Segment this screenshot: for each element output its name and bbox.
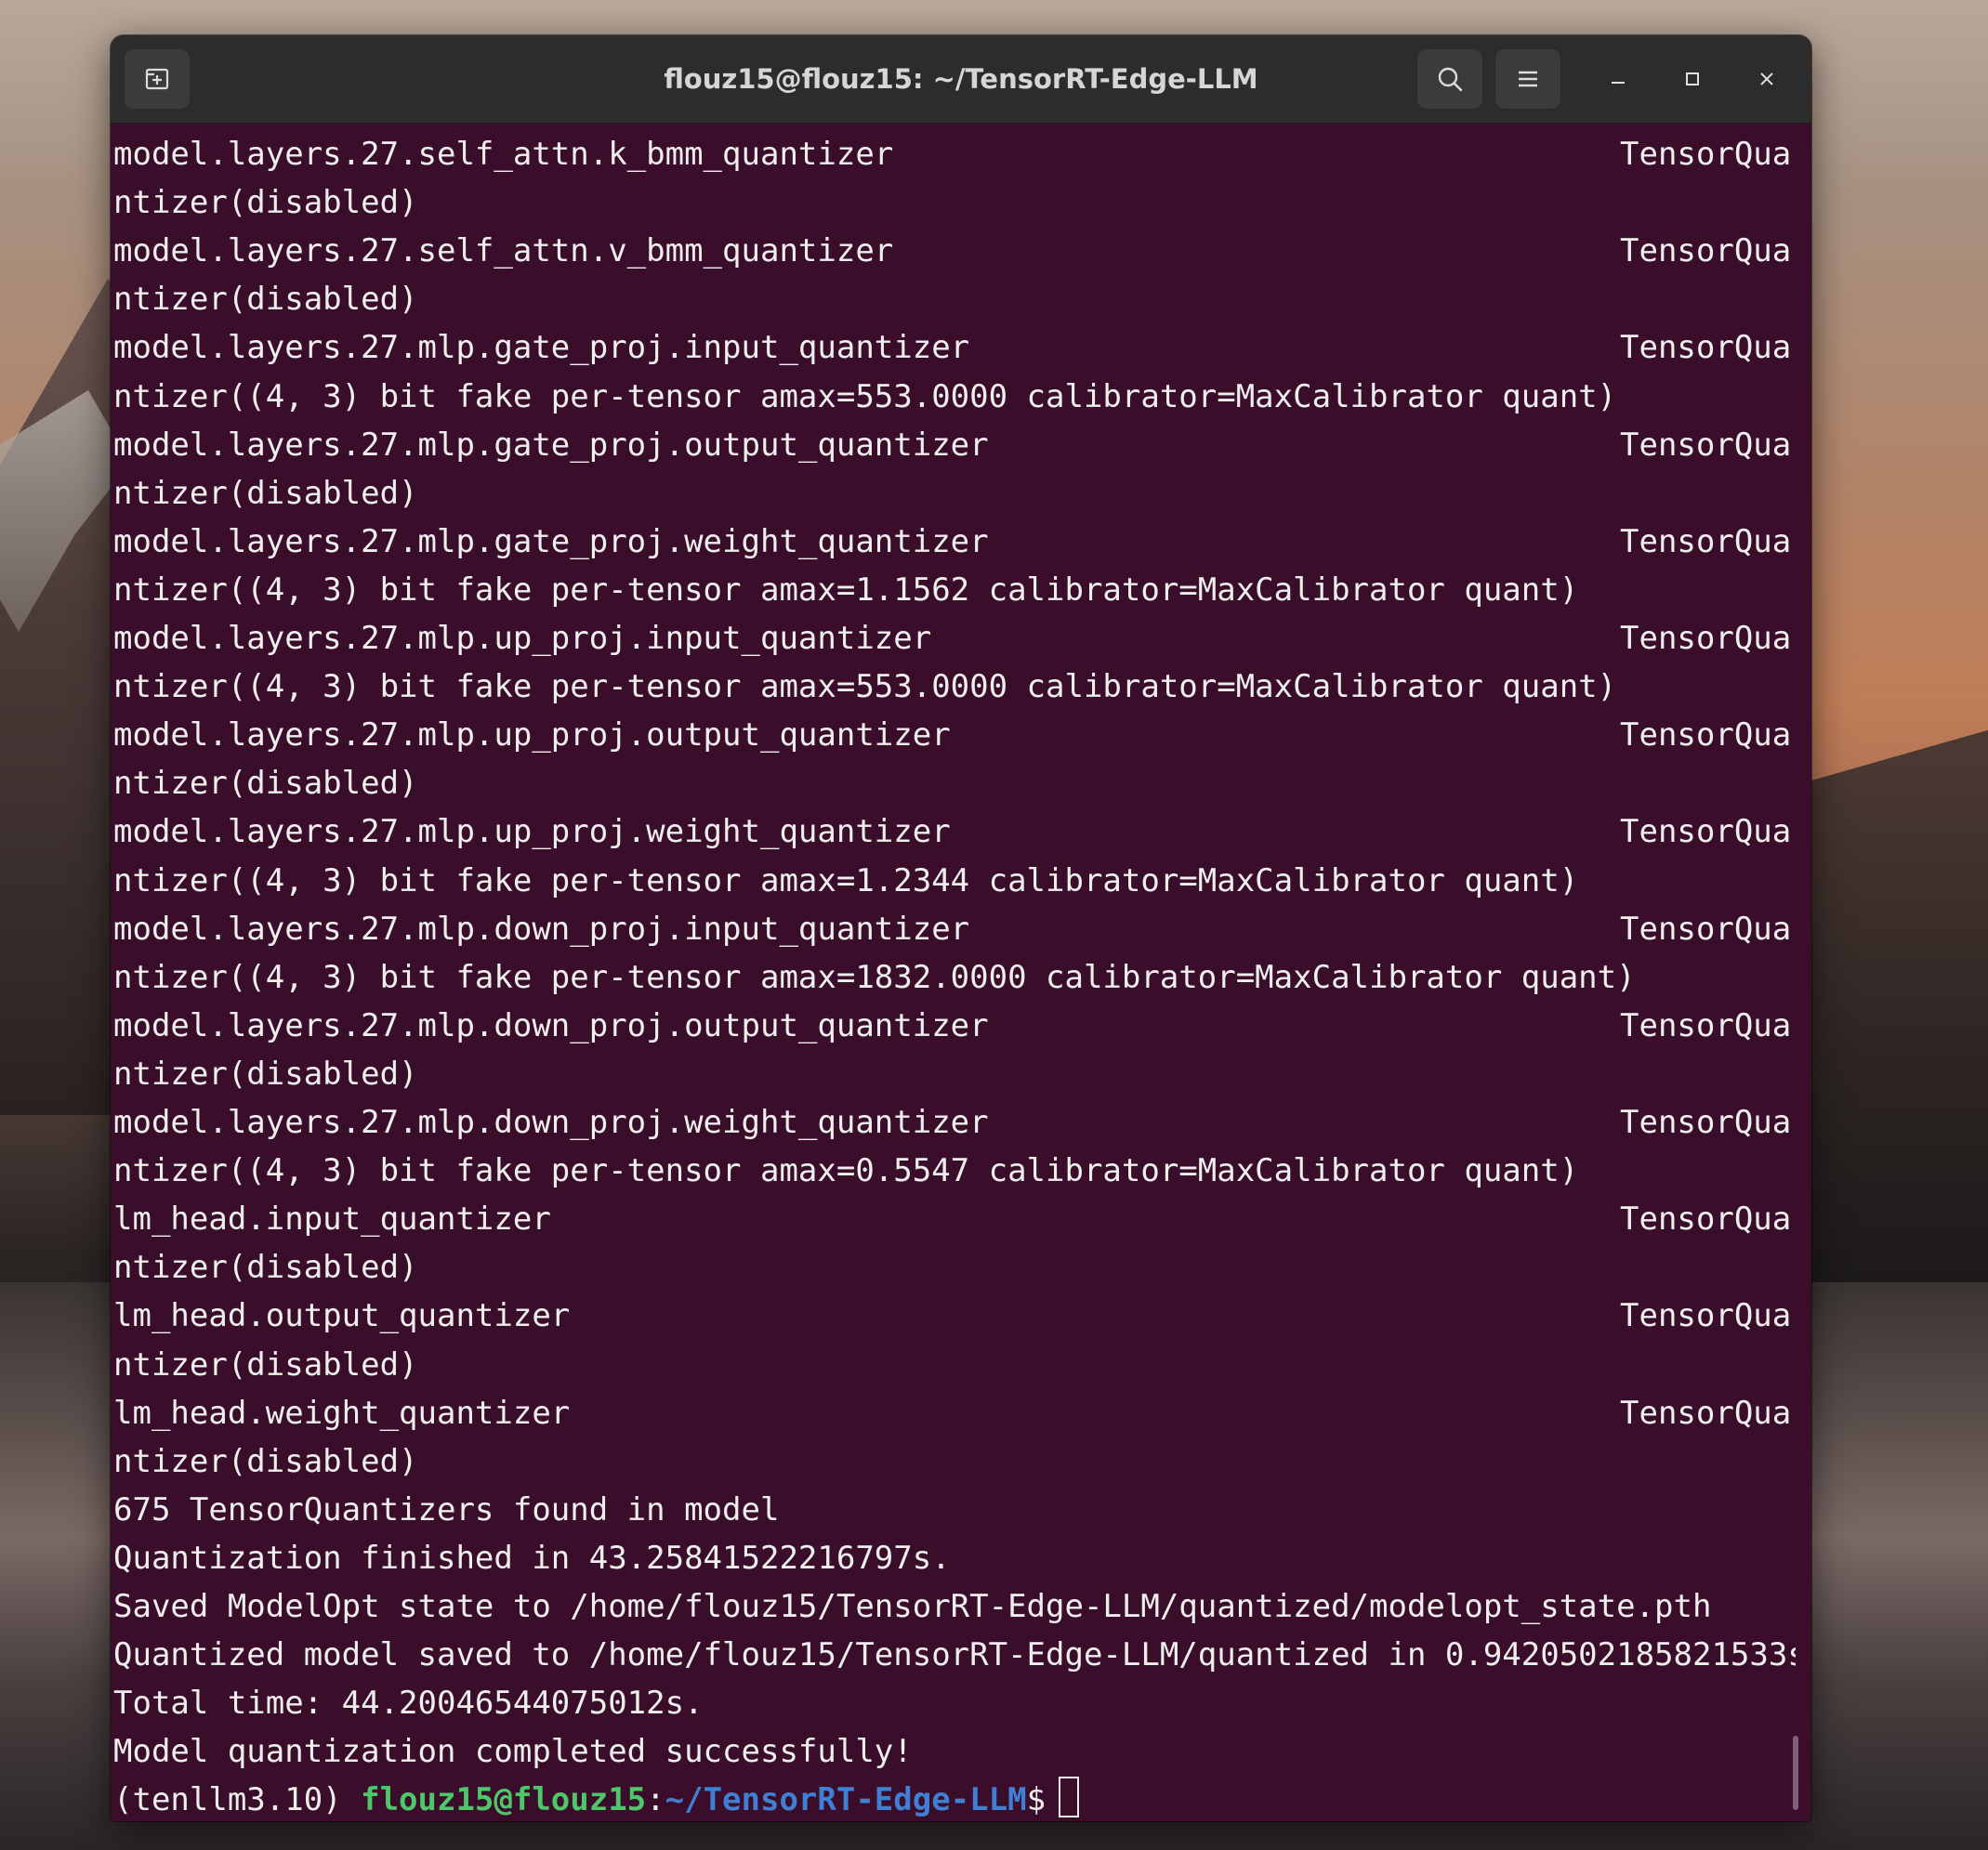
terminal-line-right: TensorQua bbox=[1620, 136, 1792, 173]
terminal-window: flouz15@flouz15: ~/TensorRT-Edge-LLM mod… bbox=[111, 35, 1811, 1821]
terminal-line: model.layers.27.mlp.down_proj.output_qua… bbox=[113, 1007, 989, 1044]
terminal-line: ntizer(disabled) bbox=[113, 765, 418, 802]
terminal-output[interactable]: model.layers.27.self_attn.k_bmm_quantize… bbox=[113, 123, 1796, 1821]
terminal-line-right: TensorQua bbox=[1620, 523, 1792, 560]
minimize-button[interactable] bbox=[1595, 56, 1641, 102]
terminal-line: model.layers.27.mlp.up_proj.input_quanti… bbox=[113, 620, 932, 657]
menu-button[interactable] bbox=[1495, 49, 1560, 109]
terminal-line: ntizer((4, 3) bit fake per-tensor amax=1… bbox=[113, 571, 1579, 609]
terminal-line: Quantization finished in 43.258415222167… bbox=[113, 1540, 951, 1577]
maximize-icon bbox=[1686, 72, 1699, 85]
terminal-line: ntizer(disabled) bbox=[113, 1249, 418, 1286]
terminal-line: ntizer((4, 3) bit fake per-tensor amax=5… bbox=[113, 668, 1617, 705]
terminal-line: ntizer(disabled) bbox=[113, 281, 418, 318]
terminal-line: lm_head.weight_quantizer bbox=[113, 1395, 571, 1432]
terminal-line: ntizer(disabled) bbox=[113, 475, 418, 512]
terminal-line: model.layers.27.mlp.up_proj.weight_quant… bbox=[113, 813, 951, 850]
terminal-line: ntizer((4, 3) bit fake per-tensor amax=1… bbox=[113, 959, 1636, 996]
terminal-line: model.layers.27.self_attn.v_bmm_quantize… bbox=[113, 232, 894, 269]
terminal-line-right: TensorQua bbox=[1620, 813, 1792, 850]
terminal-line: Total time: 44.20046544075012s. bbox=[113, 1685, 704, 1722]
search-icon bbox=[1438, 67, 1463, 92]
terminal-line-right: TensorQua bbox=[1620, 1007, 1792, 1044]
minimize-icon bbox=[1612, 82, 1625, 84]
prompt-separator: : bbox=[646, 1781, 665, 1818]
terminal-line-right: TensorQua bbox=[1620, 329, 1792, 366]
terminal-line-right: TensorQua bbox=[1620, 1395, 1792, 1432]
terminal-line: ntizer((4, 3) bit fake per-tensor amax=0… bbox=[113, 1152, 1579, 1189]
terminal-line-right: TensorQua bbox=[1620, 716, 1792, 754]
terminal-line: ntizer((4, 3) bit fake per-tensor amax=1… bbox=[113, 862, 1579, 899]
prompt-path: ~/TensorRT-Edge-LLM bbox=[665, 1781, 1027, 1818]
hamburger-menu-icon bbox=[1519, 71, 1537, 87]
terminal-line: model.layers.27.mlp.gate_proj.weight_qua… bbox=[113, 523, 989, 560]
terminal-line-right: TensorQua bbox=[1620, 426, 1792, 464]
prompt-symbol: $ bbox=[1026, 1781, 1047, 1818]
terminal-line: ntizer(disabled) bbox=[113, 1346, 418, 1384]
close-icon bbox=[1760, 72, 1773, 85]
shell-prompt[interactable]: (tenllm3.10) flouz15@flouz15:~/TensorRT-… bbox=[113, 1776, 1080, 1821]
search-button[interactable] bbox=[1417, 49, 1482, 109]
terminal-line: ntizer(disabled) bbox=[113, 1443, 418, 1480]
text-cursor bbox=[1059, 1777, 1080, 1817]
terminal-line-right: TensorQua bbox=[1620, 1104, 1792, 1141]
terminal-line-right: TensorQua bbox=[1620, 620, 1792, 657]
title-bar[interactable]: flouz15@flouz15: ~/TensorRT-Edge-LLM bbox=[111, 35, 1811, 124]
terminal-line-right: TensorQua bbox=[1620, 1201, 1792, 1238]
prompt-user-host: flouz15@flouz15 bbox=[361, 1781, 647, 1818]
terminal-line: model.layers.27.mlp.gate_proj.input_quan… bbox=[113, 329, 970, 366]
terminal-line: ntizer(disabled) bbox=[113, 1056, 418, 1093]
maximize-button[interactable] bbox=[1669, 56, 1716, 102]
terminal-line: Saved ModelOpt state to /home/flouz15/Te… bbox=[113, 1588, 1712, 1625]
terminal-line: ntizer(disabled) bbox=[113, 184, 418, 221]
terminal-line: model.layers.27.mlp.gate_proj.output_qua… bbox=[113, 426, 989, 464]
terminal-line-right: TensorQua bbox=[1620, 1297, 1792, 1334]
new-tab-button[interactable] bbox=[125, 49, 190, 109]
terminal-line: 675 TensorQuantizers found in model bbox=[113, 1491, 780, 1529]
terminal-line: model.layers.27.self_attn.k_bmm_quantize… bbox=[113, 136, 894, 173]
terminal-line: lm_head.input_quantizer bbox=[113, 1201, 551, 1238]
terminal-line: lm_head.output_quantizer bbox=[113, 1297, 571, 1334]
terminal-line: model.layers.27.mlp.up_proj.output_quant… bbox=[113, 716, 951, 754]
terminal-line: Model quantization completed successfull… bbox=[113, 1733, 913, 1770]
terminal-line: Quantized model saved to /home/flouz15/T… bbox=[113, 1636, 1796, 1673]
prompt-env: (tenllm3.10) bbox=[113, 1781, 362, 1818]
wallpaper-ridge bbox=[1811, 725, 1988, 1282]
terminal-line-right: TensorQua bbox=[1620, 232, 1792, 269]
scrollbar[interactable] bbox=[1793, 1736, 1798, 1810]
terminal-line: model.layers.27.mlp.down_proj.weight_qua… bbox=[113, 1104, 989, 1141]
terminal-line: ntizer((4, 3) bit fake per-tensor amax=5… bbox=[113, 378, 1617, 415]
terminal-line: model.layers.27.mlp.down_proj.input_quan… bbox=[113, 911, 970, 948]
close-button[interactable] bbox=[1744, 56, 1790, 102]
terminal-line-right: TensorQua bbox=[1620, 911, 1792, 948]
new-tab-icon bbox=[145, 68, 169, 90]
